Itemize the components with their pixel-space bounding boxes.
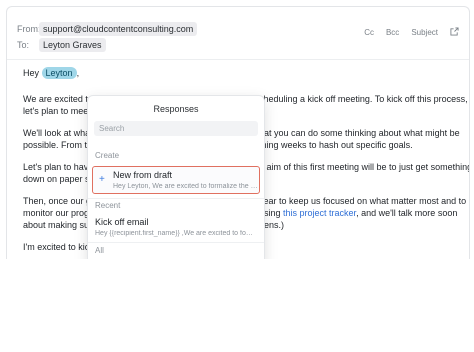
p2-right-b: ming weeks to hash out specific goals. bbox=[259, 140, 413, 150]
to-row: To: Leyton Graves bbox=[17, 38, 106, 52]
section-divider bbox=[88, 198, 264, 199]
p1-right-a: cheduling a kick off meeting. To kick of… bbox=[259, 94, 468, 104]
greeting-text: Hey bbox=[23, 68, 40, 78]
p3-left-b: down on paper s bbox=[23, 174, 90, 184]
popout-icon[interactable] bbox=[450, 27, 459, 38]
new-from-draft-preview: Hey Leyton, We are excited to formalize … bbox=[113, 183, 258, 190]
kickoff-email-preview: Hey {{recipient.first_name}} ,We are exc… bbox=[95, 230, 255, 237]
responses-popup: Responses Search Create + New from draft… bbox=[87, 95, 265, 259]
greeting-line: Hey Leyton, bbox=[23, 67, 79, 79]
responses-search-input[interactable]: Search bbox=[94, 121, 258, 136]
from-row: From: support@cloudcontentconsulting.com bbox=[17, 22, 198, 36]
p2-left-b: possible. From t bbox=[23, 140, 88, 150]
section-divider-2 bbox=[88, 242, 264, 243]
new-from-draft-title: New from draft bbox=[113, 170, 173, 180]
plus-icon: + bbox=[99, 174, 105, 185]
subject-button[interactable]: Subject bbox=[411, 28, 438, 37]
p2-right-a: hat you can do some thinking about what … bbox=[259, 128, 460, 138]
kickoff-email-title: Kick off email bbox=[95, 217, 149, 227]
p1-left-a: We are excited t bbox=[23, 94, 88, 104]
bcc-button[interactable]: Bcc bbox=[386, 28, 399, 37]
recipient-chip[interactable]: Leyton Graves bbox=[39, 38, 106, 52]
p4-left-a: Then, once our g bbox=[23, 196, 92, 206]
p4-right-a: year to keep us focused on what matter m… bbox=[259, 196, 467, 206]
compose-window: From: support@cloudcontentconsulting.com… bbox=[6, 6, 470, 259]
p4-right-b: using this project tracker, and we'll ta… bbox=[259, 207, 457, 219]
header-actions: Cc Bcc Subject bbox=[364, 27, 459, 38]
p4-left-c: about making su bbox=[23, 220, 90, 230]
from-label: From: bbox=[17, 24, 41, 34]
greeting-end: , bbox=[76, 68, 80, 78]
p4-left-b: monitor our prog bbox=[23, 208, 90, 218]
p3-left-a: Let's plan to hav bbox=[23, 162, 89, 172]
p5-left: I'm excited to kic bbox=[23, 242, 90, 252]
all-section-label: All bbox=[95, 246, 104, 255]
project-tracker-link[interactable]: this project tracker bbox=[283, 208, 356, 218]
recent-section-label: Recent bbox=[95, 201, 121, 210]
cc-button[interactable]: Cc bbox=[364, 28, 374, 37]
header-divider bbox=[7, 59, 469, 60]
new-from-draft-item[interactable]: + New from draft Hey Leyton, We are exci… bbox=[92, 166, 260, 194]
p3-right-a: e aim of this first meeting will be to j… bbox=[259, 162, 470, 172]
from-chip[interactable]: support@cloudcontentconsulting.com bbox=[39, 22, 198, 36]
mention-chip[interactable]: Leyton bbox=[41, 67, 77, 79]
p1-left-b: let's plan to mee bbox=[23, 106, 89, 116]
p4-right-b-post: , and we'll talk more soon bbox=[356, 208, 458, 218]
popup-title: Responses bbox=[153, 104, 199, 114]
p2-left-a: We'll look at wha bbox=[23, 128, 91, 138]
to-label: To: bbox=[17, 40, 30, 50]
create-section-label: Create bbox=[95, 151, 120, 160]
